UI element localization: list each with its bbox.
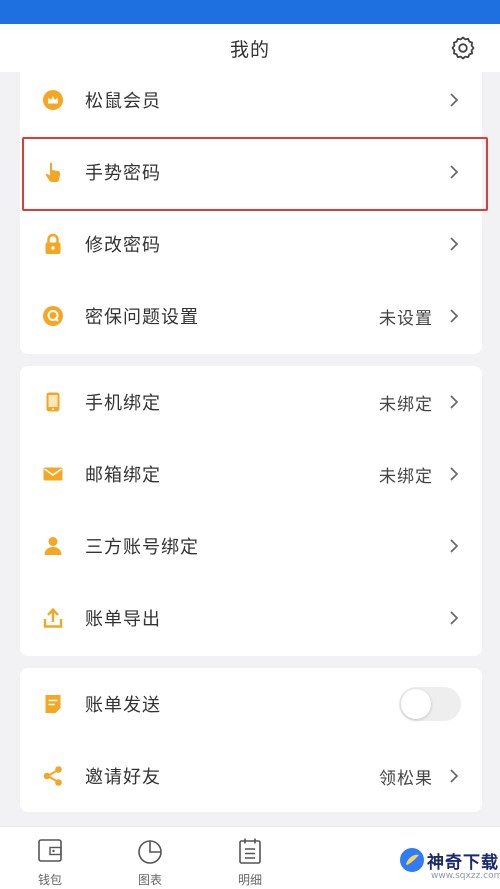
- status-bar: [0, 0, 500, 24]
- row-label: 邮箱绑定: [85, 465, 161, 486]
- row-label: 账单发送: [85, 695, 161, 716]
- row-invite-friends[interactable]: 邀请好友 领松果: [20, 740, 482, 812]
- row-export-bill[interactable]: 账单导出: [20, 582, 482, 654]
- row-label: 密保问题设置: [85, 307, 199, 328]
- tab-label: 图表: [137, 873, 162, 887]
- tab-label: 明细: [237, 873, 262, 887]
- tab-wallet[interactable]: 钱包: [20, 827, 80, 889]
- tab-chart[interactable]: 图表: [120, 827, 180, 889]
- phone-icon: [42, 391, 64, 413]
- row-vip-member[interactable]: 松鼠会员: [20, 64, 482, 136]
- bill-sending-toggle[interactable]: [399, 687, 461, 721]
- chevron-right-icon: [449, 92, 459, 108]
- row-label: 邀请好友: [85, 767, 161, 788]
- row-email-binding[interactable]: 邮箱绑定 未绑定: [20, 438, 482, 510]
- wallet-icon: [37, 837, 63, 865]
- chevron-right-icon: [449, 394, 459, 410]
- mail-icon: [42, 463, 64, 485]
- chevron-right-icon: [449, 610, 459, 626]
- toggle-knob: [401, 689, 431, 719]
- row-value: 未绑定: [379, 466, 433, 487]
- question-badge-icon: [42, 305, 64, 327]
- row-label: 三方账号绑定: [85, 537, 199, 558]
- upload-icon: [42, 607, 64, 629]
- chevron-right-icon: [449, 236, 459, 252]
- site-watermark: 神奇下载 www.sqxzz.com: [395, 840, 500, 889]
- binding-card: 手机绑定 未绑定 邮箱绑定 未绑定 三方账号绑定 账单导出: [20, 366, 482, 656]
- chevron-right-icon: [449, 538, 459, 554]
- watermark-text: 神奇下载: [427, 853, 499, 873]
- row-value: 未设置: [379, 308, 433, 329]
- row-label: 手机绑定: [85, 393, 161, 414]
- chevron-right-icon: [449, 768, 459, 784]
- chevron-right-icon: [449, 308, 459, 324]
- row-value: 未绑定: [379, 394, 433, 415]
- row-label: 修改密码: [85, 235, 161, 256]
- row-security-question[interactable]: 密保问题设置 未设置: [20, 280, 482, 352]
- row-value: 领松果: [379, 768, 433, 789]
- bill-icon: [42, 693, 64, 715]
- crown-icon: [42, 89, 64, 111]
- pie-chart-icon: [137, 837, 163, 865]
- tab-label: 钱包: [37, 873, 62, 887]
- watermark-logo-icon: [399, 847, 425, 873]
- page-title: 我的: [229, 38, 270, 61]
- user-icon: [42, 535, 64, 557]
- row-phone-binding[interactable]: 手机绑定 未绑定: [20, 366, 482, 438]
- lock-icon: [42, 233, 64, 255]
- row-label: 松鼠会员: [85, 91, 161, 112]
- row-bill-sending: 账单发送: [20, 668, 482, 740]
- list-icon: [237, 837, 263, 865]
- row-third-party-binding[interactable]: 三方账号绑定: [20, 510, 482, 582]
- chevron-right-icon: [449, 466, 459, 482]
- watermark-url: www.sqxzz.com: [431, 871, 500, 881]
- tab-details[interactable]: 明细: [220, 827, 280, 889]
- row-change-password[interactable]: 修改密码: [20, 208, 482, 280]
- share-card: 账单发送 邀请好友 领松果: [20, 668, 482, 812]
- highlight-frame: [22, 137, 488, 211]
- row-label: 账单导出: [85, 609, 161, 630]
- gear-icon[interactable]: [450, 35, 476, 61]
- share-icon: [42, 765, 64, 787]
